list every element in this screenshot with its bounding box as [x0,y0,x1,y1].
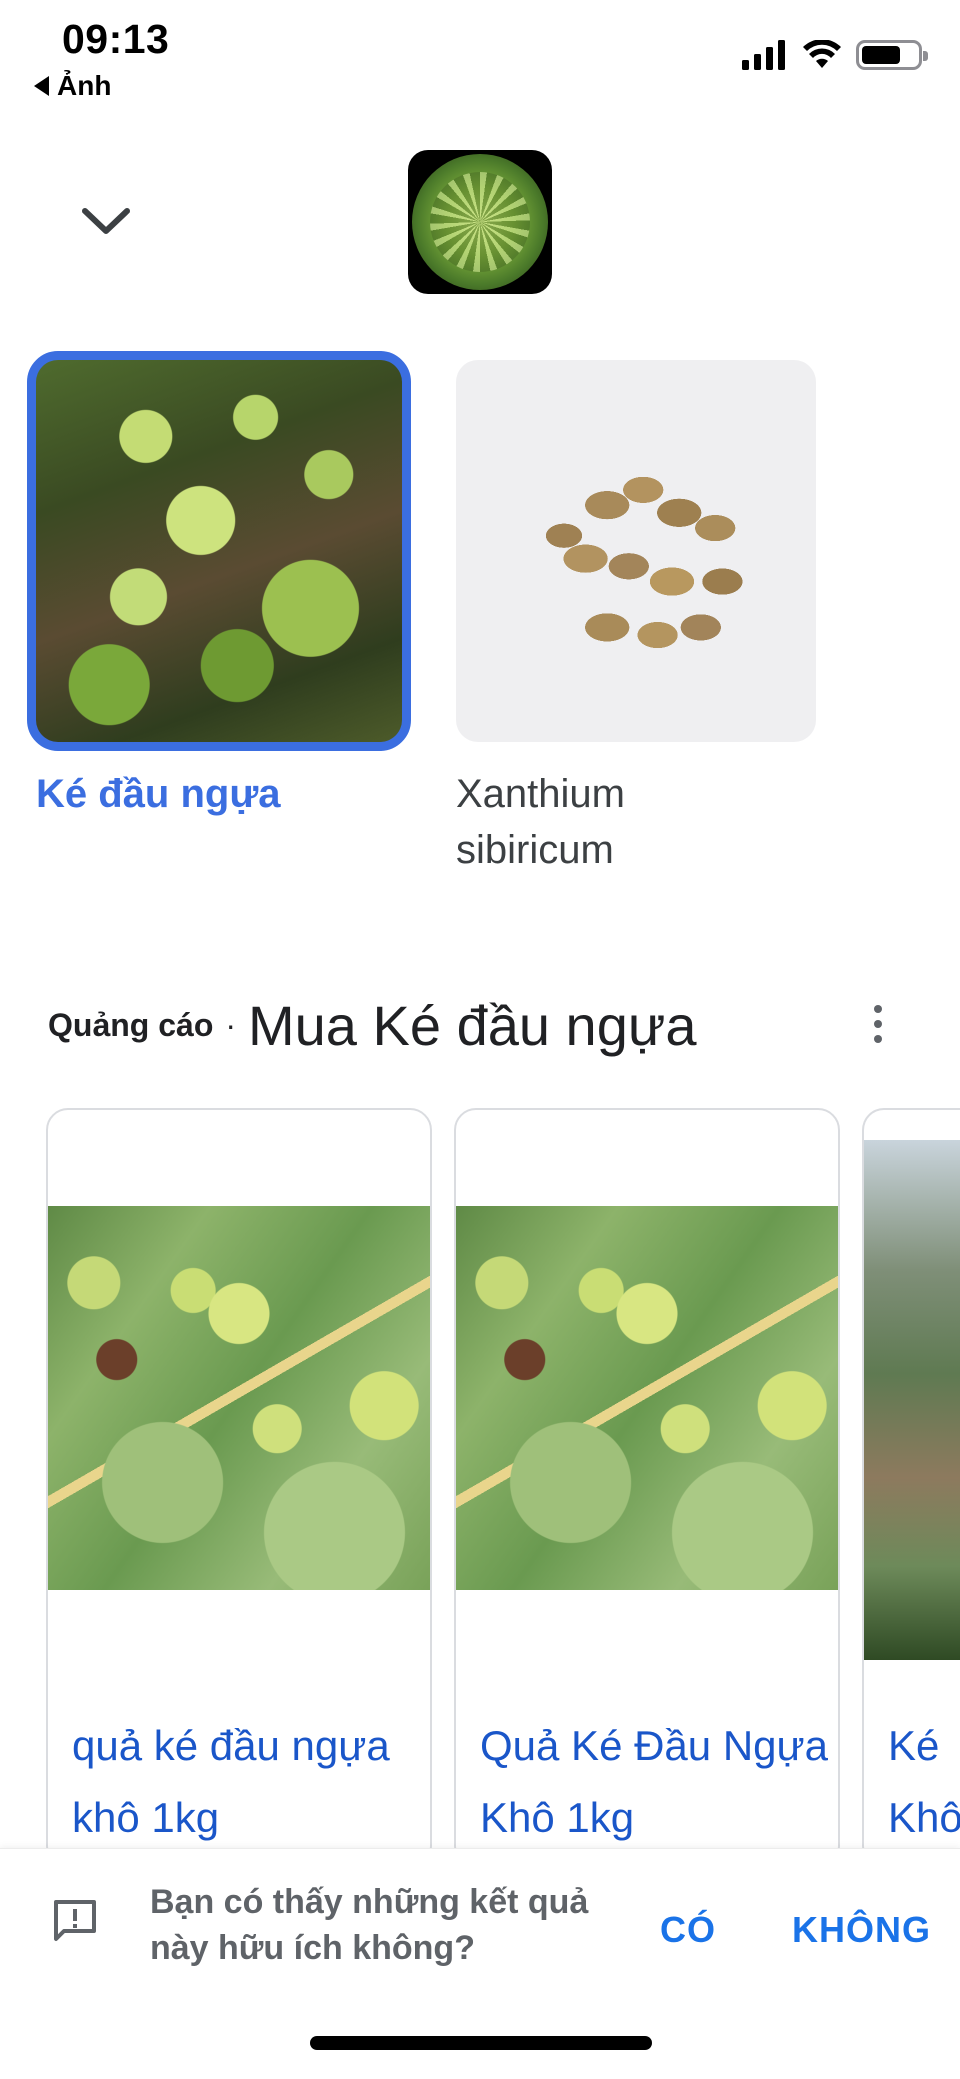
product-title[interactable]: Quả Ké Đầu Ngựa Khô 1kg [480,1710,828,1854]
product-card[interactable]: quả ké đầu ngựa khô 1kg [46,1108,432,1868]
result-card-xanthium[interactable]: Xanthium sibiricum [456,360,816,878]
result-image [27,351,411,751]
feedback-no-button[interactable]: KHÔNG [792,1909,931,1951]
feedback-question: Bạn có thấy những kết quả này hữu ích kh… [150,1883,589,1967]
wifi-icon [803,40,841,68]
cellular-signal-icon [742,40,785,70]
status-time: 09:13 [62,16,170,62]
result-card-ke-dau-ngua[interactable]: Ké đầu ngựa [27,351,411,822]
feedback-icon [54,1900,96,1941]
collapse-button[interactable] [78,198,134,244]
back-to-photos-button[interactable]: Ảnh [34,70,111,102]
product-image [864,1140,960,1660]
feedback-yes-button[interactable]: CÓ [660,1909,716,1951]
result-label: Ké đầu ngựa [36,772,281,816]
result-image [456,360,816,742]
product-card[interactable]: Ké Khô [862,1108,960,1868]
product-image [456,1206,838,1590]
back-triangle-icon [34,76,49,96]
result-label: Xanthium sibiricum [456,772,625,872]
battery-icon [856,40,928,70]
product-image [48,1206,430,1590]
ads-separator: · [225,1006,237,1043]
status-icons [742,40,928,70]
product-title[interactable]: Ké Khô [888,1710,960,1854]
back-label: Ảnh [57,70,112,101]
product-card[interactable]: Quả Ké Đầu Ngựa Khô 1kg [454,1108,840,1868]
home-indicator[interactable] [310,2036,652,2050]
ads-tag: Quảng cáo [48,1006,214,1043]
ads-header: Quảng cáo · Mua Ké đầu ngựa [48,990,920,1060]
query-image-thumbnail[interactable] [408,150,552,294]
product-title[interactable]: quả ké đầu ngựa khô 1kg [72,1710,420,1854]
chevron-down-icon [82,208,130,234]
ads-title: Mua Ké đầu ngựa [248,993,697,1057]
more-vert-icon[interactable] [858,996,898,1052]
thumbnail-picture [412,154,548,290]
